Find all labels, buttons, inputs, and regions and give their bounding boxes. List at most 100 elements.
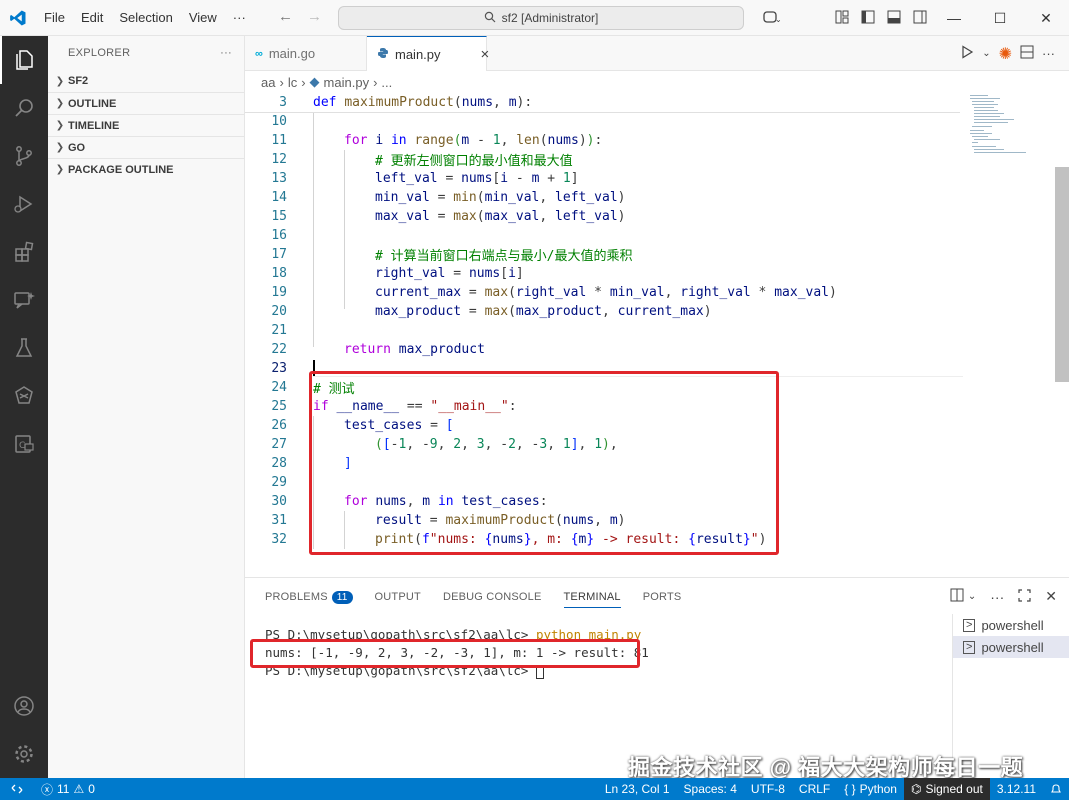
tab-ports[interactable]: PORTS	[643, 586, 682, 608]
chevron-right-icon: ❯	[55, 75, 65, 87]
tab-output[interactable]: OUTPUT	[375, 586, 421, 608]
remote-indicator-icon[interactable]	[0, 778, 34, 800]
highlight-box-terminal	[250, 639, 640, 668]
go-icon[interactable]	[0, 372, 48, 420]
toggle-primary-sidebar-icon[interactable]	[855, 10, 881, 27]
notifications-icon[interactable]	[1043, 778, 1069, 800]
breadcrumb-main-py[interactable]: main.py	[324, 75, 370, 90]
section-sf2[interactable]: ❯ SF2	[48, 70, 244, 92]
terminal-item-selected[interactable]: > powershell	[953, 636, 1069, 658]
menu-bar: File Edit Selection View ···	[36, 0, 254, 36]
code-line: 10	[271, 114, 287, 129]
tab-problems[interactable]: PROBLEMS 11	[265, 586, 353, 608]
status-bar: ⓧ 11 ⚠ 0 Ln 23, Col 1 Spaces: 4 UTF-8 CRLF…	[0, 778, 1069, 800]
menu-view[interactable]: View	[181, 10, 225, 25]
section-outline[interactable]: ❯ OUTLINE	[48, 92, 244, 114]
section-package-outline[interactable]: ❯ PACKAGE OUTLINE	[48, 158, 244, 180]
source-control-icon[interactable]	[0, 132, 48, 180]
chevron-down-icon[interactable]: ⌄	[968, 591, 976, 602]
chevron-right-icon: ❯	[55, 120, 65, 131]
chevron-right-icon: ›	[279, 74, 284, 90]
highlight-box-code	[309, 371, 779, 555]
files-icon[interactable]	[0, 36, 48, 84]
section-go[interactable]: ❯ GO	[48, 136, 244, 158]
code-line: 13 left_val = nums[i - m + 1]	[271, 171, 579, 186]
minimap[interactable]	[966, 93, 1056, 173]
breadcrumb-lc[interactable]: lc	[288, 75, 297, 90]
close-panel-icon[interactable]: ✕	[1045, 588, 1057, 605]
maximize-icon[interactable]: ☐	[977, 0, 1023, 36]
remote-explorer-icon[interactable]	[0, 276, 48, 324]
code-line: 15 max_val = max(max_val, left_val)	[271, 209, 626, 224]
activity-bar: C	[0, 36, 48, 778]
cursor-position[interactable]: Ln 23, Col 1	[598, 778, 677, 800]
menu-edit[interactable]: Edit	[73, 10, 111, 25]
explorer-header: EXPLORER ···	[48, 36, 244, 70]
tab-main-py[interactable]: main.py ×	[367, 36, 490, 72]
copilot-sparkle-icon[interactable]: ✺	[999, 44, 1012, 64]
tab-debug-console[interactable]: DEBUG CONSOLE	[443, 586, 542, 608]
tab-terminal[interactable]: TERMINAL	[563, 586, 621, 608]
code-line: 3 def maximumProduct(nums, m):	[279, 95, 533, 110]
window-controls: — ☐ ✕	[931, 0, 1069, 36]
split-editor-icon[interactable]	[1020, 45, 1034, 62]
layout-customize-icon[interactable]	[829, 10, 855, 27]
menu-more[interactable]: ···	[225, 10, 254, 25]
breadcrumb-more[interactable]: ...	[381, 75, 392, 90]
language-mode[interactable]: { } Python	[837, 778, 904, 800]
more-actions-icon[interactable]: ···	[1042, 46, 1055, 61]
maximize-panel-icon[interactable]	[1018, 588, 1031, 605]
close-icon[interactable]: ✕	[1023, 0, 1069, 36]
editor-actions: ⌄ ✺ ···	[960, 36, 1069, 71]
python-file-icon	[377, 47, 389, 62]
chevron-right-icon: ❯	[55, 164, 65, 175]
code-line: 22 return max_product	[271, 342, 485, 357]
chevron-down-icon[interactable]: ⌄	[982, 48, 990, 59]
problems-count-badge: 11	[331, 590, 353, 604]
close-tab-icon[interactable]: ×	[481, 46, 490, 63]
toggle-panel-icon[interactable]	[881, 10, 907, 27]
more-actions-icon[interactable]: ···	[990, 589, 1004, 605]
settings-gear-icon[interactable]	[0, 730, 48, 778]
bottom-panel: PROBLEMS 11 OUTPUT DEBUG CONSOLE TERMINAL…	[245, 577, 1069, 779]
command-center-search[interactable]: sf2 [Administrator]	[338, 6, 744, 30]
docker-icon[interactable]: C	[0, 420, 48, 468]
toggle-secondary-sidebar-icon[interactable]	[907, 10, 933, 27]
menu-selection[interactable]: Selection	[111, 10, 180, 25]
problems-status[interactable]: ⓧ 11 ⚠ 0	[34, 778, 102, 800]
split-terminal-icon[interactable]	[950, 588, 964, 605]
search-icon[interactable]	[0, 84, 48, 132]
copilot-signed-out[interactable]: ⌬ Signed out	[903, 778, 990, 800]
svg-text:C: C	[19, 441, 25, 451]
error-icon: ⓧ	[41, 782, 54, 797]
code-line: 16	[271, 228, 287, 243]
minimize-icon[interactable]: —	[931, 0, 977, 36]
vertical-scrollbar[interactable]	[1055, 167, 1069, 382]
testing-icon[interactable]	[0, 324, 48, 372]
explorer-more-button[interactable]: ···	[220, 47, 232, 59]
code-line: 11 for i in range(m - 1, len(nums)):	[271, 133, 603, 148]
breadcrumb: aa › lc › ◆ main.py › ...	[245, 71, 1069, 93]
python-version[interactable]: 3.12.11	[990, 778, 1043, 800]
menu-file[interactable]: File	[36, 10, 73, 25]
panel-actions: ⌄ ··· ✕	[950, 588, 1057, 605]
forward-arrow-icon[interactable]: →	[307, 8, 322, 25]
back-arrow-icon[interactable]: ←	[278, 8, 293, 25]
copilot-icon[interactable]: ⌄	[755, 10, 789, 27]
python-file-icon: ◆	[309, 74, 320, 89]
breadcrumb-aa[interactable]: aa	[261, 75, 275, 90]
account-icon[interactable]	[0, 682, 48, 730]
chevron-right-icon: ›	[301, 74, 306, 90]
tab-main-go[interactable]: ∞ main.go	[245, 36, 367, 71]
code-editor[interactable]: 3 def maximumProduct(nums, m): 10 11 for i…	[245, 93, 1069, 577]
encoding[interactable]: UTF-8	[744, 778, 792, 800]
indentation[interactable]: Spaces: 4	[677, 778, 744, 800]
run-python-file-icon[interactable]	[960, 45, 974, 62]
extensions-icon[interactable]	[0, 228, 48, 276]
svg-text:⌄: ⌄	[775, 15, 781, 24]
nav-buttons: ← →	[278, 8, 322, 25]
terminal-item[interactable]: > powershell	[953, 614, 1069, 636]
end-of-line[interactable]: CRLF	[792, 778, 837, 800]
run-debug-icon[interactable]	[0, 180, 48, 228]
section-timeline[interactable]: ❯ TIMELINE	[48, 114, 244, 136]
